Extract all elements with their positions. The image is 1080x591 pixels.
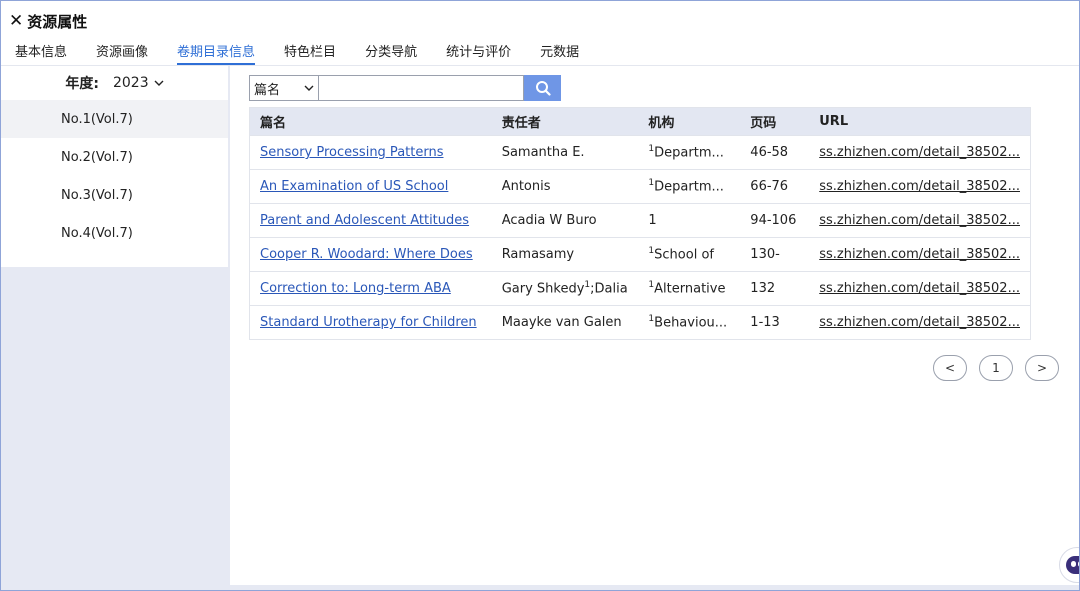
author-cell: Antonis — [501, 179, 551, 194]
sidebar-item-issue-2[interactable]: No.2(Vol.7) — [1, 138, 228, 176]
url-link[interactable]: ss.zhizhen.com/detail_38502... — [819, 281, 1020, 296]
page-title: 资源属性 — [27, 12, 88, 31]
tab-bar: 基本信息 资源画像 卷期目录信息 特色栏目 分类导航 统计与评价 元数据 — [15, 41, 608, 65]
next-page-button[interactable]: > — [1025, 355, 1059, 381]
pages-cell: 130- — [750, 247, 780, 262]
tab-featured-columns[interactable]: 特色栏目 — [284, 41, 336, 65]
year-dropdown[interactable]: 2023 — [113, 75, 164, 91]
table-row: Parent and Adolescent Attitudes Acadia W… — [249, 203, 1031, 238]
table-row: Cooper R. Woodard: Where Does Ramasamy 1… — [249, 237, 1031, 272]
main-content: 篇名 篇名 责任者 机构 页码 URL Sensory Processing P… — [230, 66, 1079, 585]
search-button[interactable] — [524, 75, 561, 101]
column-header-author: 责任者 — [501, 116, 541, 131]
year-selector-row: 年度: 2023 — [1, 66, 228, 100]
chevron-down-icon — [154, 80, 164, 86]
author-cell: Acadia W Buro — [501, 213, 597, 228]
org-cell: 1 — [648, 213, 657, 228]
search-icon — [535, 81, 551, 96]
catalog-table: 篇名 责任者 机构 页码 URL Sensory Processing Patt… — [249, 107, 1031, 340]
article-title-link[interactable]: An Examination of US School — [260, 179, 448, 194]
issue-sidebar: 年度: 2023 No.1(Vol.7) No.2(Vol.7) No.3(Vo… — [1, 66, 228, 267]
column-header-pages: 页码 — [750, 116, 777, 131]
search-field-value: 篇名 — [254, 82, 281, 98]
article-title-link[interactable]: Cooper R. Woodard: Where Does — [260, 247, 473, 262]
pages-cell: 132 — [750, 281, 776, 296]
table-row: Correction to: Long-term ABA Gary Shkedy… — [249, 271, 1031, 306]
page-1-button[interactable]: 1 — [979, 355, 1013, 381]
author-cell: Samantha E. — [501, 145, 585, 160]
bot-eye — [1071, 561, 1076, 567]
article-title-link[interactable]: Sensory Processing Patterns — [260, 145, 443, 160]
column-header-url: URL — [819, 114, 849, 129]
bottom-strip — [230, 585, 1079, 590]
author-cell: Ramasamy — [501, 247, 575, 262]
search-bar: 篇名 — [249, 75, 561, 101]
pages-cell: 1-13 — [750, 315, 780, 330]
sidebar-item-issue-4[interactable]: No.4(Vol.7) — [1, 214, 228, 252]
tab-metadata[interactable]: 元数据 — [540, 41, 579, 65]
author-cell: Gary Shkedy1;Dalia — [501, 280, 628, 297]
pages-cell: 46-58 — [750, 145, 789, 160]
url-link[interactable]: ss.zhizhen.com/detail_38502... — [819, 315, 1020, 330]
url-link[interactable]: ss.zhizhen.com/detail_38502... — [819, 145, 1020, 160]
pages-cell: 94-106 — [750, 213, 797, 228]
tab-volume-catalog[interactable]: 卷期目录信息 — [177, 41, 256, 65]
tab-statistics[interactable]: 统计与评价 — [446, 41, 511, 65]
article-title-link[interactable]: Correction to: Long-term ABA — [260, 281, 451, 296]
pages-cell: 66-76 — [750, 179, 789, 194]
close-icon[interactable]: ✕ — [9, 12, 23, 30]
year-label: 年度: — [65, 76, 99, 92]
prev-page-button[interactable]: < — [933, 355, 967, 381]
column-header-org: 机构 — [648, 116, 675, 131]
year-value: 2023 — [112, 75, 149, 91]
org-cell: 1School of — [648, 246, 714, 263]
table-header-row: 篇名 责任者 机构 页码 URL — [249, 107, 1031, 136]
resource-properties-window: ✕ 资源属性 基本信息 资源画像 卷期目录信息 特色栏目 分类导航 统计与评价 … — [0, 0, 1080, 591]
tab-resource-profile[interactable]: 资源画像 — [96, 41, 148, 65]
header: ✕ 资源属性 — [9, 9, 87, 33]
pagination: < 1 > — [933, 355, 1059, 381]
org-cell: 1Behaviou... — [648, 314, 728, 331]
table-row: An Examination of US School Antonis 1Dep… — [249, 169, 1031, 204]
url-link[interactable]: ss.zhizhen.com/detail_38502... — [819, 213, 1020, 228]
org-cell: 1Departm... — [648, 178, 724, 195]
table-row: Sensory Processing Patterns Samantha E. … — [249, 135, 1031, 170]
tab-basic-info[interactable]: 基本信息 — [15, 41, 67, 65]
bot-face — [1066, 556, 1079, 574]
column-header-title: 篇名 — [260, 116, 287, 131]
sidebar-item-issue-3[interactable]: No.3(Vol.7) — [1, 176, 228, 214]
chevron-down-icon — [304, 85, 314, 91]
author-cell: Maayke van Galen — [501, 315, 622, 330]
url-link[interactable]: ss.zhizhen.com/detail_38502... — [819, 179, 1020, 194]
search-input[interactable] — [318, 75, 524, 101]
search-field-select[interactable]: 篇名 — [249, 75, 318, 101]
org-cell: 1Alternative — [648, 280, 726, 297]
table-row: Standard Urotherapy for Children Maayke … — [249, 305, 1031, 340]
sidebar-item-issue-1[interactable]: No.1(Vol.7) — [1, 100, 228, 138]
org-cell: 1Departm... — [648, 144, 724, 161]
url-link[interactable]: ss.zhizhen.com/detail_38502... — [819, 247, 1020, 262]
article-title-link[interactable]: Standard Urotherapy for Children — [260, 315, 477, 330]
article-title-link[interactable]: Parent and Adolescent Attitudes — [260, 213, 469, 228]
tab-category-nav[interactable]: 分类导航 — [365, 41, 417, 65]
